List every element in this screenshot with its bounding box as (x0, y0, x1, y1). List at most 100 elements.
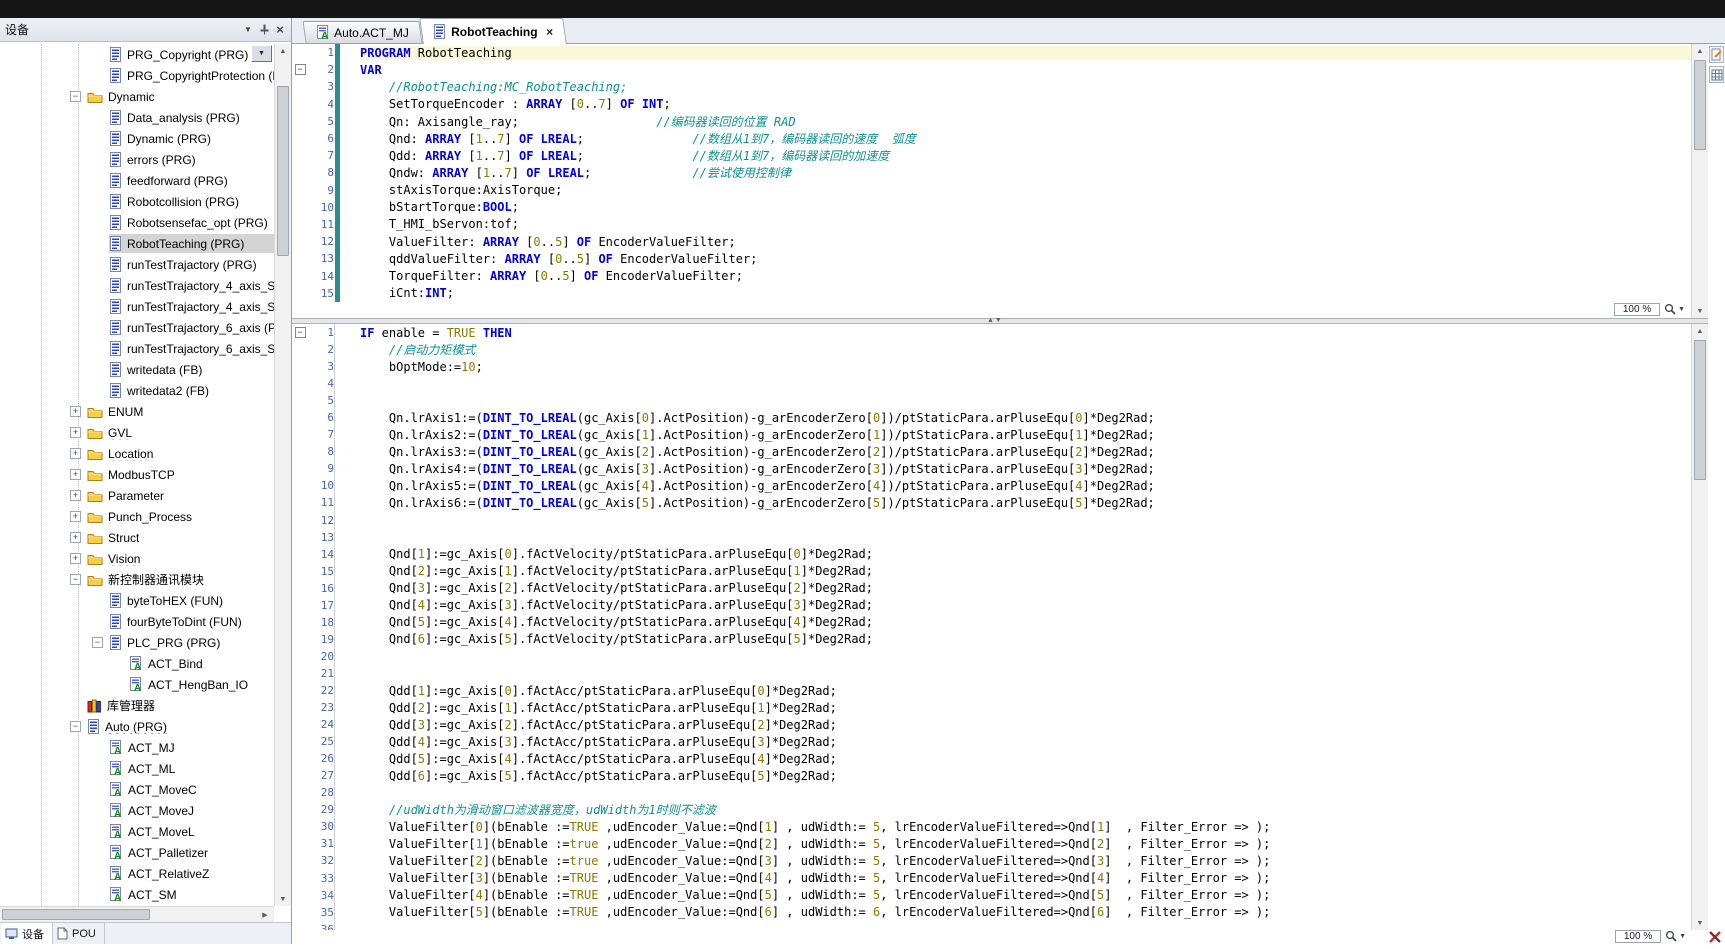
tab-devices[interactable]: 设备 (1, 923, 53, 944)
code-line[interactable]: 24 Qdd[3]:=gc_Axis[2].fActAcc/ptStaticPa… (292, 716, 1691, 733)
tabular-view-button[interactable] (1709, 66, 1724, 83)
declaration-view-button[interactable] (1709, 46, 1724, 63)
tree-item[interactable]: −新控制器通讯模块 (0, 569, 274, 590)
scroll-down-icon[interactable]: ▼ (1692, 304, 1708, 318)
implementation-vertical-scrollbar[interactable]: ▲ ▼ (1691, 324, 1708, 930)
expand-icon[interactable]: + (70, 448, 81, 459)
tree-item[interactable]: AACT_SM (0, 884, 274, 905)
tree-item[interactable]: −Auto (PRG) (0, 716, 274, 737)
scroll-up-icon[interactable]: ▲ (275, 44, 291, 58)
tree-item[interactable]: +Location (0, 443, 274, 464)
code-line[interactable]: 6 Qn.lrAxis1:=(DINT_TO_LREAL(gc_Axis[0].… (292, 409, 1691, 426)
code-line[interactable]: 5 Qn: Axisangle_ray; //编码器读回的位置 RAD (292, 113, 1691, 130)
zoom-level-field[interactable]: 100 % (1614, 303, 1660, 316)
tree-item[interactable]: RobotTeaching (PRG) (0, 233, 274, 254)
code-line[interactable]: 5 (292, 392, 1691, 409)
code-line[interactable]: 7 Qdd: ARRAY [1..7] OF LREAL; //数组从1到7，编… (292, 147, 1691, 164)
code-line[interactable]: 28 (292, 784, 1691, 801)
scrollbar-thumb[interactable] (2, 909, 150, 920)
tree-item[interactable]: AACT_MoveC (0, 779, 274, 800)
tree-item[interactable]: runTestTrajactory_6_axis (PR (0, 317, 274, 338)
tree-item[interactable]: +Punch_Process (0, 506, 274, 527)
tree-item[interactable]: +GVL (0, 422, 274, 443)
collapse-icon[interactable]: − (70, 721, 81, 732)
code-line[interactable]: 14 TorqueFilter: ARRAY [0..5] OF Encoder… (292, 267, 1691, 284)
tree-item[interactable]: −Dynamic (0, 86, 274, 107)
tree-item[interactable]: PRG_CopyrightProtection (PRG) (0, 65, 274, 86)
tree-item[interactable]: Robotsensefac_opt (PRG) (0, 212, 274, 233)
code-line[interactable]: 35 ValueFilter[5](bEnable :=TRUE ,udEnco… (292, 904, 1691, 921)
tree-item[interactable]: 库管理器 (0, 695, 274, 716)
tab-close-icon[interactable]: × (546, 25, 553, 39)
scroll-right-icon[interactable]: ▶ (258, 907, 272, 922)
tree-item[interactable]: +Vision (0, 548, 274, 569)
fold-collapse-icon[interactable]: − (292, 64, 308, 75)
tree-item[interactable]: runTestTrajactory (PRG) (0, 254, 274, 275)
code-line[interactable]: 32 ValueFilter[2](bEnable :=true ,udEnco… (292, 852, 1691, 869)
code-line[interactable]: 33 ValueFilter[3](bEnable :=TRUE ,udEnco… (292, 870, 1691, 887)
tree-item[interactable]: runTestTrajactory_6_axis_SP (0, 338, 274, 359)
tree-item[interactable]: +ENUM (0, 401, 274, 422)
code-line[interactable]: 15 iCnt:INT; (292, 285, 1691, 302)
code-line[interactable]: 13 qddValueFilter: ARRAY [0..5] OF Encod… (292, 250, 1691, 267)
code-line[interactable]: 17 Qnd[4]:=gc_Axis[3].fActVelocity/ptSta… (292, 597, 1691, 614)
expand-icon[interactable]: + (70, 532, 81, 543)
tree-item[interactable]: +Struct (0, 527, 274, 548)
corner-tool-icon[interactable] (1708, 930, 1722, 949)
zoom-button[interactable]: ▼ (1664, 303, 1685, 316)
code-line[interactable]: 2 //启动力矩模式 (292, 341, 1691, 358)
code-line[interactable]: 30 ValueFilter[0](bEnable :=TRUE ,udEnco… (292, 818, 1691, 835)
zoom-level-field[interactable]: 100 % (1615, 930, 1661, 943)
code-line[interactable]: 1PROGRAM RobotTeaching (292, 44, 1691, 61)
tree-item[interactable]: +Parameter (0, 485, 274, 506)
code-line[interactable]: 34 ValueFilter[4](bEnable :=TRUE ,udEnco… (292, 887, 1691, 904)
tree-item[interactable]: feedforward (PRG) (0, 170, 274, 191)
expand-icon[interactable]: + (70, 406, 81, 417)
tree-item-dropdown-button[interactable]: ▼ (251, 45, 272, 62)
scroll-up-icon[interactable]: ▲ (1692, 44, 1708, 58)
code-line[interactable]: −2VAR (292, 61, 1691, 78)
tree-item[interactable]: AACT_RelativeZ (0, 863, 274, 884)
tree-item[interactable]: AACT_Bind (0, 653, 274, 674)
tree-item[interactable]: PRG_Copyright (PRG) (0, 44, 274, 65)
code-line[interactable]: 20 (292, 648, 1691, 665)
tab-auto-act-mj[interactable]: A Auto.ACT_MJ (302, 21, 422, 43)
implementation-editor[interactable]: −1IF enable = TRUE THEN2 //启动力矩模式3 bOptM… (292, 324, 1691, 930)
code-line[interactable]: 16 Qnd[3]:=gc_Axis[2].fActVelocity/ptSta… (292, 580, 1691, 597)
pin-icon[interactable] (256, 22, 272, 38)
tree-item[interactable]: AACT_HengBan_IO (0, 674, 274, 695)
code-line[interactable]: 4 SetTorqueEncoder : ARRAY [0..7] OF INT… (292, 96, 1691, 113)
code-line[interactable]: 21 (292, 665, 1691, 682)
code-line[interactable]: 36 (292, 921, 1691, 930)
code-line[interactable]: 9 Qn.lrAxis4:=(DINT_TO_LREAL(gc_Axis[3].… (292, 460, 1691, 477)
expand-icon[interactable]: + (70, 427, 81, 438)
tab-robotteaching[interactable]: RobotTeaching × (419, 18, 567, 44)
zoom-button[interactable]: ▼ (1665, 930, 1686, 943)
tree-vertical-scrollbar[interactable]: ▲ ▼ (274, 44, 291, 906)
code-line[interactable]: 8 Qndw: ARRAY [1..7] OF LREAL; //尝试使用控制律 (292, 164, 1691, 181)
scrollbar-thumb[interactable] (1694, 340, 1706, 480)
code-line[interactable]: 26 Qdd[5]:=gc_Axis[4].fActAcc/ptStaticPa… (292, 750, 1691, 767)
code-line[interactable]: 29 //udWidth为滑动窗口滤波器宽度，udWidth为1时则不滤波 (292, 801, 1691, 818)
code-line[interactable]: 27 Qdd[6]:=gc_Axis[5].fActAcc/ptStaticPa… (292, 767, 1691, 784)
code-line[interactable]: 6 Qnd: ARRAY [1..7] OF LREAL; //数组从1到7，编… (292, 130, 1691, 147)
code-line[interactable]: 4 (292, 375, 1691, 392)
expand-icon[interactable]: + (70, 490, 81, 501)
tree-item[interactable]: writedata (FB) (0, 359, 274, 380)
tree-item[interactable]: byteToHEX (FUN) (0, 590, 274, 611)
code-line[interactable]: 11 T_HMI_bServon:tof; (292, 216, 1691, 233)
declaration-editor[interactable]: 1PROGRAM RobotTeaching−2VAR3 //RobotTeac… (292, 44, 1691, 302)
code-line[interactable]: −1IF enable = TRUE THEN (292, 324, 1691, 341)
tree-item[interactable]: Robotcollision (PRG) (0, 191, 274, 212)
tree-item[interactable]: Dynamic (PRG) (0, 128, 274, 149)
tree-item[interactable]: AACT_MJ (0, 737, 274, 758)
code-line[interactable]: 8 Qn.lrAxis3:=(DINT_TO_LREAL(gc_Axis[2].… (292, 443, 1691, 460)
tree-item[interactable]: AACT_MoveL (0, 821, 274, 842)
code-line[interactable]: 31 ValueFilter[1](bEnable :=true ,udEnco… (292, 835, 1691, 852)
declaration-vertical-scrollbar[interactable]: ▲ ▼ (1691, 44, 1708, 318)
tree-item[interactable]: runTestTrajactory_4_axis_SH (0, 296, 274, 317)
panel-dropdown-icon[interactable]: ▼ (240, 22, 256, 38)
tree-item[interactable]: errors (PRG) (0, 149, 274, 170)
scroll-down-icon[interactable]: ▼ (1692, 916, 1708, 930)
fold-collapse-icon[interactable]: − (292, 327, 308, 338)
